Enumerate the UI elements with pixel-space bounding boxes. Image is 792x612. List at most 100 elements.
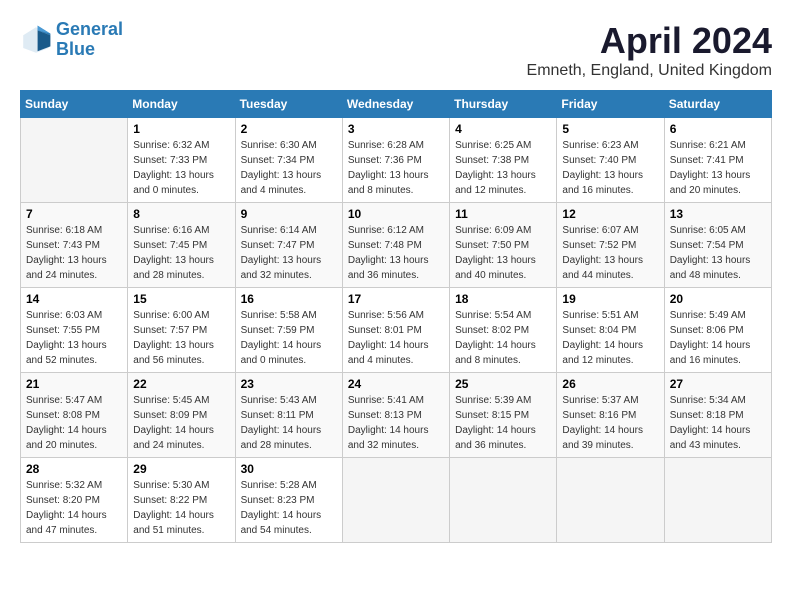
calendar-cell: 16 Sunrise: 5:58 AM Sunset: 7:59 PM Dayli… bbox=[235, 288, 342, 373]
col-header-friday: Friday bbox=[557, 91, 664, 118]
day-number: 18 bbox=[455, 292, 551, 306]
day-number: 9 bbox=[241, 207, 337, 221]
day-number: 10 bbox=[348, 207, 444, 221]
calendar-cell: 14Sunrise: 6:03 AM Sunset: 7:55 PM Dayli… bbox=[21, 288, 128, 373]
title-block: April 2024 Emneth, England, United Kingd… bbox=[527, 20, 772, 80]
calendar-cell: 7Sunrise: 6:18 AM Sunset: 7:43 PM Daylig… bbox=[21, 203, 128, 288]
col-header-tuesday: Tuesday bbox=[235, 91, 342, 118]
day-number: 5 bbox=[562, 122, 658, 136]
day-info: Sunrise: 5:37 AM Sunset: 8:16 PM Dayligh… bbox=[562, 393, 658, 453]
day-info: Sunrise: 6:16 AM Sunset: 7:45 PM Dayligh… bbox=[133, 223, 229, 283]
calendar-cell: 2 Sunrise: 6:30 AM Sunset: 7:34 PM Daylig… bbox=[235, 118, 342, 203]
calendar-cell: 17Sunrise: 5:56 AM Sunset: 8:01 PM Dayli… bbox=[342, 288, 449, 373]
calendar-cell: 6 Sunrise: 6:21 AM Sunset: 7:41 PM Daylig… bbox=[664, 118, 771, 203]
day-number: 8 bbox=[133, 207, 229, 221]
logo-icon bbox=[20, 24, 52, 56]
location-subtitle: Emneth, England, United Kingdom bbox=[527, 62, 772, 80]
day-number: 27 bbox=[670, 377, 766, 391]
day-number: 14 bbox=[26, 292, 122, 306]
day-info: Sunrise: 6:28 AM Sunset: 7:36 PM Dayligh… bbox=[348, 138, 444, 198]
day-info: Sunrise: 5:49 AM Sunset: 8:06 PM Dayligh… bbox=[670, 308, 766, 368]
col-header-thursday: Thursday bbox=[450, 91, 557, 118]
day-info: Sunrise: 6:25 AM Sunset: 7:38 PM Dayligh… bbox=[455, 138, 551, 198]
day-info: Sunrise: 5:45 AM Sunset: 8:09 PM Dayligh… bbox=[133, 393, 229, 453]
calendar-cell: 9 Sunrise: 6:14 AM Sunset: 7:47 PM Daylig… bbox=[235, 203, 342, 288]
day-info: Sunrise: 5:30 AM Sunset: 8:22 PM Dayligh… bbox=[133, 478, 229, 538]
day-number: 3 bbox=[348, 122, 444, 136]
day-info: Sunrise: 6:21 AM Sunset: 7:41 PM Dayligh… bbox=[670, 138, 766, 198]
day-number: 30 bbox=[241, 462, 337, 476]
day-number: 25 bbox=[455, 377, 551, 391]
calendar-cell: 22 Sunrise: 5:45 AM Sunset: 8:09 PM Dayli… bbox=[128, 373, 235, 458]
day-number: 1 bbox=[133, 122, 229, 136]
page-header: General Blue April 2024 Emneth, England,… bbox=[20, 20, 772, 80]
calendar-week-row: 14Sunrise: 6:03 AM Sunset: 7:55 PM Dayli… bbox=[21, 288, 772, 373]
day-number: 16 bbox=[241, 292, 337, 306]
day-number: 15 bbox=[133, 292, 229, 306]
calendar-cell: 23 Sunrise: 5:43 AM Sunset: 8:11 PM Dayli… bbox=[235, 373, 342, 458]
calendar-cell: 24 Sunrise: 5:41 AM Sunset: 8:13 PM Dayli… bbox=[342, 373, 449, 458]
calendar-header-row: SundayMondayTuesdayWednesdayThursdayFrid… bbox=[21, 91, 772, 118]
col-header-monday: Monday bbox=[128, 91, 235, 118]
calendar-cell: 19 Sunrise: 5:51 AM Sunset: 8:04 PM Dayli… bbox=[557, 288, 664, 373]
day-info: Sunrise: 6:23 AM Sunset: 7:40 PM Dayligh… bbox=[562, 138, 658, 198]
logo-blue: Blue bbox=[56, 39, 95, 59]
day-info: Sunrise: 5:34 AM Sunset: 8:18 PM Dayligh… bbox=[670, 393, 766, 453]
calendar-cell: 15 Sunrise: 6:00 AM Sunset: 7:57 PM Dayli… bbox=[128, 288, 235, 373]
day-number: 23 bbox=[241, 377, 337, 391]
calendar-cell: 28 Sunrise: 5:32 AM Sunset: 8:20 PM Dayli… bbox=[21, 458, 128, 543]
day-info: Sunrise: 6:00 AM Sunset: 7:57 PM Dayligh… bbox=[133, 308, 229, 368]
day-info: Sunrise: 6:14 AM Sunset: 7:47 PM Dayligh… bbox=[241, 223, 337, 283]
day-info: Sunrise: 5:32 AM Sunset: 8:20 PM Dayligh… bbox=[26, 478, 122, 538]
calendar-cell: 27 Sunrise: 5:34 AM Sunset: 8:18 PM Dayli… bbox=[664, 373, 771, 458]
day-info: Sunrise: 6:30 AM Sunset: 7:34 PM Dayligh… bbox=[241, 138, 337, 198]
calendar-cell: 8 Sunrise: 6:16 AM Sunset: 7:45 PM Daylig… bbox=[128, 203, 235, 288]
logo-general: General bbox=[56, 19, 123, 39]
calendar-week-row: 21Sunrise: 5:47 AM Sunset: 8:08 PM Dayli… bbox=[21, 373, 772, 458]
day-number: 24 bbox=[348, 377, 444, 391]
logo-text: General Blue bbox=[56, 20, 123, 60]
calendar-cell: 10 Sunrise: 6:12 AM Sunset: 7:48 PM Dayli… bbox=[342, 203, 449, 288]
day-number: 22 bbox=[133, 377, 229, 391]
calendar-cell: 4Sunrise: 6:25 AM Sunset: 7:38 PM Daylig… bbox=[450, 118, 557, 203]
day-info: Sunrise: 6:32 AM Sunset: 7:33 PM Dayligh… bbox=[133, 138, 229, 198]
day-number: 19 bbox=[562, 292, 658, 306]
month-year-title: April 2024 bbox=[527, 20, 772, 62]
day-number: 28 bbox=[26, 462, 122, 476]
day-number: 21 bbox=[26, 377, 122, 391]
calendar-cell bbox=[450, 458, 557, 543]
day-info: Sunrise: 5:58 AM Sunset: 7:59 PM Dayligh… bbox=[241, 308, 337, 368]
day-info: Sunrise: 5:43 AM Sunset: 8:11 PM Dayligh… bbox=[241, 393, 337, 453]
day-info: Sunrise: 5:28 AM Sunset: 8:23 PM Dayligh… bbox=[241, 478, 337, 538]
day-info: Sunrise: 5:51 AM Sunset: 8:04 PM Dayligh… bbox=[562, 308, 658, 368]
day-info: Sunrise: 5:54 AM Sunset: 8:02 PM Dayligh… bbox=[455, 308, 551, 368]
col-header-wednesday: Wednesday bbox=[342, 91, 449, 118]
day-number: 17 bbox=[348, 292, 444, 306]
calendar-week-row: 28 Sunrise: 5:32 AM Sunset: 8:20 PM Dayli… bbox=[21, 458, 772, 543]
day-number: 13 bbox=[670, 207, 766, 221]
calendar-cell: 1 Sunrise: 6:32 AM Sunset: 7:33 PM Daylig… bbox=[128, 118, 235, 203]
calendar-cell: 25 Sunrise: 5:39 AM Sunset: 8:15 PM Dayli… bbox=[450, 373, 557, 458]
day-number: 20 bbox=[670, 292, 766, 306]
calendar-cell: 18 Sunrise: 5:54 AM Sunset: 8:02 PM Dayli… bbox=[450, 288, 557, 373]
day-number: 6 bbox=[670, 122, 766, 136]
day-info: Sunrise: 6:09 AM Sunset: 7:50 PM Dayligh… bbox=[455, 223, 551, 283]
col-header-saturday: Saturday bbox=[664, 91, 771, 118]
day-info: Sunrise: 5:41 AM Sunset: 8:13 PM Dayligh… bbox=[348, 393, 444, 453]
day-info: Sunrise: 5:39 AM Sunset: 8:15 PM Dayligh… bbox=[455, 393, 551, 453]
day-number: 29 bbox=[133, 462, 229, 476]
calendar-cell bbox=[21, 118, 128, 203]
day-number: 2 bbox=[241, 122, 337, 136]
day-number: 11 bbox=[455, 207, 551, 221]
calendar-week-row: 7Sunrise: 6:18 AM Sunset: 7:43 PM Daylig… bbox=[21, 203, 772, 288]
day-number: 7 bbox=[26, 207, 122, 221]
calendar-cell: 30 Sunrise: 5:28 AM Sunset: 8:23 PM Dayli… bbox=[235, 458, 342, 543]
day-info: Sunrise: 6:12 AM Sunset: 7:48 PM Dayligh… bbox=[348, 223, 444, 283]
day-info: Sunrise: 6:07 AM Sunset: 7:52 PM Dayligh… bbox=[562, 223, 658, 283]
calendar-cell: 13Sunrise: 6:05 AM Sunset: 7:54 PM Dayli… bbox=[664, 203, 771, 288]
calendar-cell: 3 Sunrise: 6:28 AM Sunset: 7:36 PM Daylig… bbox=[342, 118, 449, 203]
calendar-cell bbox=[557, 458, 664, 543]
calendar-cell: 11 Sunrise: 6:09 AM Sunset: 7:50 PM Dayli… bbox=[450, 203, 557, 288]
day-number: 26 bbox=[562, 377, 658, 391]
calendar-cell: 20 Sunrise: 5:49 AM Sunset: 8:06 PM Dayli… bbox=[664, 288, 771, 373]
